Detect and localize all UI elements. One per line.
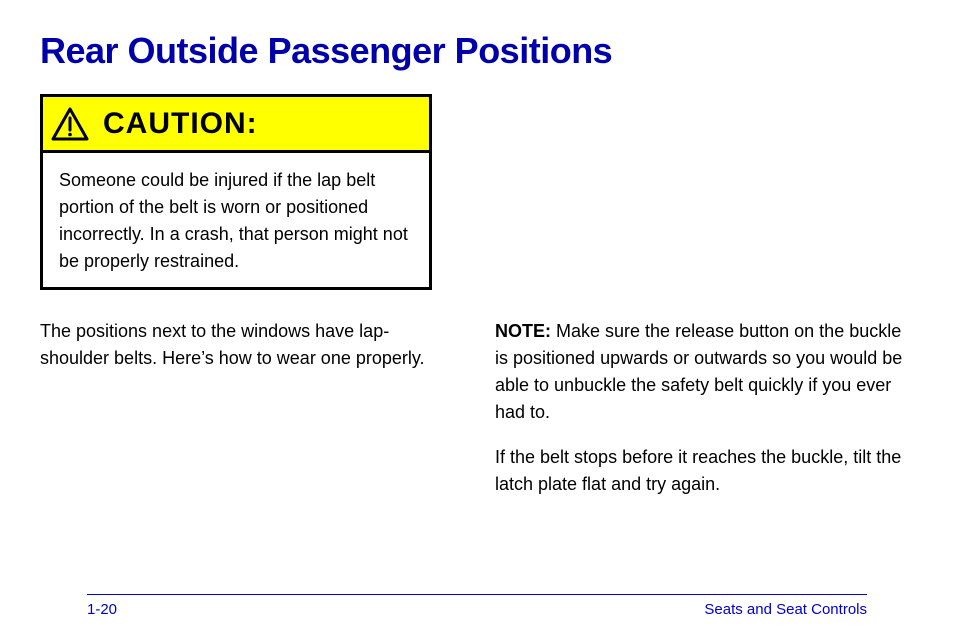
caution-label: CAUTION: <box>103 107 258 141</box>
caution-panel: CAUTION: Someone could be injured if the… <box>40 94 432 290</box>
note-label: NOTE: <box>495 321 551 341</box>
paragraph: If the belt stops before it reaches the … <box>495 444 906 498</box>
right-column: NOTE: Make sure the release button on th… <box>495 318 906 498</box>
warning-icon <box>51 107 89 141</box>
note-paragraph: NOTE: Make sure the release button on th… <box>495 318 906 426</box>
page-number: 1-20 <box>87 601 117 618</box>
footer-line: 1-20 Seats and Seat Controls <box>87 594 867 618</box>
caution-body: Someone could be injured if the lap belt… <box>43 153 429 287</box>
paragraph: The positions next to the windows have l… <box>40 318 451 372</box>
body-columns: The positions next to the windows have l… <box>40 318 906 498</box>
section-title: Seats and Seat Controls <box>704 601 867 618</box>
note-text: Make sure the release button on the buck… <box>495 321 902 422</box>
page: Rear Outside Passenger Positions CAUTION… <box>0 0 954 636</box>
page-heading: Rear Outside Passenger Positions <box>40 30 906 72</box>
left-column: The positions next to the windows have l… <box>40 318 451 498</box>
caution-header: CAUTION: <box>43 97 429 153</box>
page-footer: 1-20 Seats and Seat Controls <box>0 594 954 618</box>
